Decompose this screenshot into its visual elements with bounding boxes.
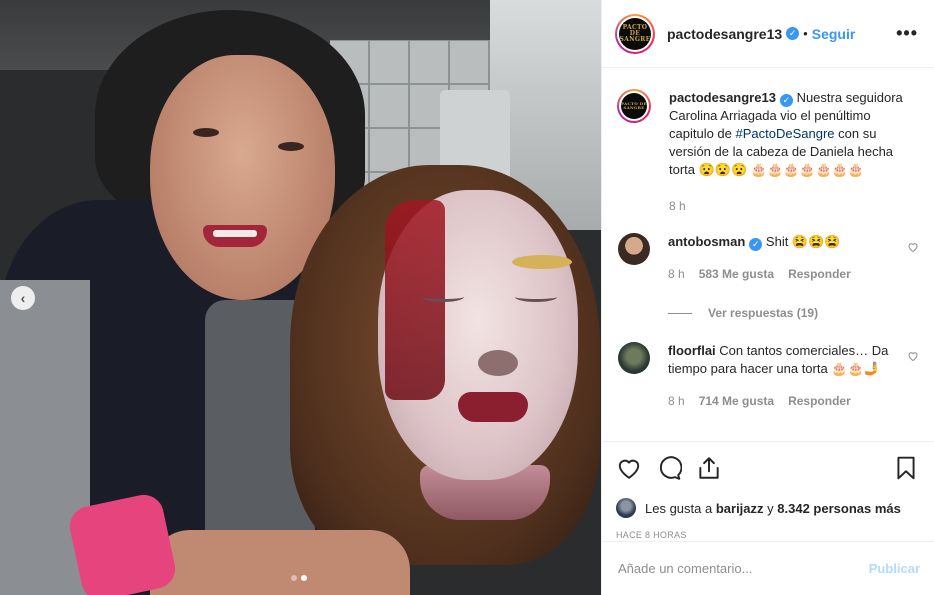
- post-header: PACTO DE SANGRE pactodesangre13 ✓ • Segu…: [602, 0, 934, 68]
- photo-woman-cuff: [66, 491, 179, 595]
- comment-body: antobosman ✓ Shit 😫😫😫 8 h 583 Me gusta Re…: [668, 233, 896, 283]
- more-icon[interactable]: •••: [896, 23, 918, 44]
- carousel-prev-button[interactable]: ‹: [11, 286, 35, 310]
- comment-icon[interactable]: [656, 455, 682, 481]
- comment-likes[interactable]: 714 Me gusta: [699, 392, 774, 410]
- commenter-avatar[interactable]: [618, 342, 650, 374]
- caption-username[interactable]: pactodesangre13: [669, 90, 776, 105]
- share-icon[interactable]: [696, 455, 722, 481]
- comment-username[interactable]: antobosman: [668, 234, 745, 249]
- likes-user[interactable]: barijazz: [716, 501, 764, 516]
- likes-count[interactable]: 8.342 personas más: [777, 501, 901, 516]
- liker-avatar[interactable]: [616, 498, 636, 518]
- comment-item: floorflai Con tantos comerciales… Da tie…: [618, 342, 919, 410]
- caption-meta: 8 h: [669, 197, 904, 215]
- header-user: pactodesangre13 ✓ • Seguir: [667, 26, 855, 42]
- likes-prefix: Les gusta a: [645, 500, 713, 516]
- post-time-ago[interactable]: HACE 8 HORAS: [616, 530, 919, 540]
- post-side-panel: PACTO DE SANGRE pactodesangre13 ✓ • Segu…: [601, 0, 934, 595]
- header-username[interactable]: pactodesangre13: [667, 26, 782, 42]
- avatar[interactable]: PACTO DE SANGRE: [615, 13, 655, 54]
- comment-item: antobosman ✓ Shit 😫😫😫 8 h 583 Me gusta Re…: [618, 233, 919, 283]
- photo-woman-teeth: [213, 230, 257, 237]
- follow-button[interactable]: Seguir: [812, 26, 856, 42]
- post-actions: Les gusta a barijazz y 8.342 personas má…: [602, 441, 934, 540]
- reply-button[interactable]: Responder: [788, 265, 851, 283]
- carousel-dot[interactable]: [291, 575, 297, 581]
- avatar-logo: PACTO DE SANGRE: [619, 17, 651, 50]
- comment-heart-icon[interactable]: [907, 241, 919, 253]
- bookmark-icon[interactable]: [893, 455, 919, 481]
- comment-body: floorflai Con tantos comerciales… Da tie…: [668, 342, 896, 410]
- photo-cake-brow: [512, 255, 572, 269]
- likes-connector: y: [767, 500, 774, 516]
- comment-username[interactable]: floorflai: [668, 343, 716, 358]
- chevron-left-icon: ‹: [20, 290, 26, 306]
- carousel-dots: [291, 575, 307, 581]
- header-separator: •: [803, 26, 808, 41]
- heart-icon[interactable]: [616, 455, 642, 481]
- add-comment-bar: Publicar: [602, 541, 934, 595]
- commenter-avatar[interactable]: [618, 233, 650, 265]
- post-photo[interactable]: ‹: [0, 0, 601, 595]
- avatar-inner: PACTO DE SANGRE: [619, 91, 649, 121]
- carousel-dot-active[interactable]: [301, 575, 307, 581]
- caption-avatar[interactable]: PACTO DE SANGRE: [617, 89, 651, 123]
- photo-cake-lips: [458, 392, 528, 422]
- publish-button[interactable]: Publicar: [869, 561, 920, 576]
- replies-line: [668, 312, 692, 314]
- view-replies-button[interactable]: Ver respuestas (19): [668, 306, 919, 320]
- comment-time[interactable]: 8 h: [668, 265, 685, 283]
- photo-woman-eye: [193, 128, 219, 137]
- photo-cake-eye: [422, 292, 464, 302]
- likes-summary: Les gusta a barijazz y 8.342 personas má…: [616, 498, 919, 518]
- view-replies-label: Ver respuestas (19): [708, 306, 819, 320]
- reply-button[interactable]: Responder: [788, 392, 851, 410]
- verified-icon: ✓: [786, 27, 800, 40]
- verified-icon: ✓: [779, 93, 793, 107]
- caption-body: pactodesangre13 ✓ Nuestra seguidora Carol…: [669, 89, 904, 215]
- comment-likes[interactable]: 583 Me gusta: [699, 265, 774, 283]
- caption: PACTO DE SANGRE pactodesangre13 ✓ Nuestra…: [617, 89, 919, 215]
- comment-time[interactable]: 8 h: [668, 392, 685, 410]
- comment-meta: 8 h 583 Me gusta Responder: [668, 265, 896, 283]
- comment-meta: 8 h 714 Me gusta Responder: [668, 392, 896, 410]
- comment-input[interactable]: [618, 561, 869, 576]
- photo-woman-hand: [150, 530, 410, 595]
- avatar-inner: PACTO DE SANGRE: [617, 15, 653, 52]
- comments-list[interactable]: PACTO DE SANGRE pactodesangre13 ✓ Nuestra…: [602, 69, 934, 441]
- caption-time[interactable]: 8 h: [669, 197, 686, 215]
- action-icons: [616, 454, 919, 482]
- comment-text: Shit 😫😫😫: [765, 234, 841, 249]
- verified-icon: ✓: [749, 237, 763, 251]
- caption-hashtag[interactable]: #PactoDeSangre: [736, 126, 835, 141]
- comment-heart-icon[interactable]: [907, 350, 919, 362]
- photo-cake-eye: [515, 292, 557, 302]
- photo-woman-eye: [278, 142, 304, 151]
- photo-cake-nose: [478, 350, 518, 376]
- avatar-logo: PACTO DE SANGRE: [621, 93, 647, 119]
